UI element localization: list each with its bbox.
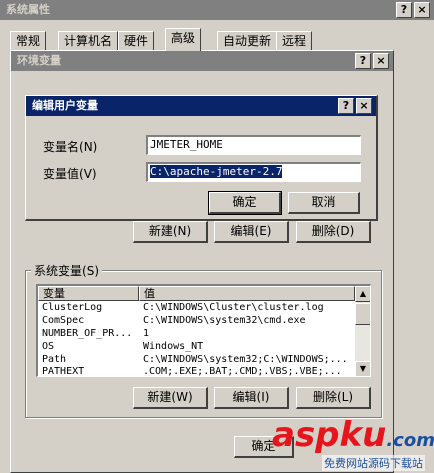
env-help-button[interactable]: ? (355, 53, 371, 69)
scroll-down-icon[interactable]: ▼ (355, 361, 370, 376)
list-item-value: C:\WINDOWS\system32;C:\WINDOWS;... (143, 354, 348, 365)
list-item[interactable]: PATHEXT (42, 366, 138, 376)
scroll-thumb[interactable] (355, 303, 370, 325)
system-properties-title: 系统属性 (6, 3, 50, 16)
system-variables-label: 系统变量(S) (31, 262, 102, 279)
watermark-tagline: 免费网站源码下载站 (322, 455, 425, 471)
list-item-value: Windows_NT (143, 341, 204, 352)
system-properties-titlebar: 系统属性 ? × (0, 0, 434, 20)
list-item[interactable]: NUMBER_OF_PR... (42, 328, 138, 340)
user-delete-button[interactable]: 删除(D) (296, 221, 371, 243)
tab-computer-name[interactable]: 计算机名 (58, 31, 119, 51)
system-variables-list[interactable]: 变量 值 ClusterLog C:\WINDOWS\Cluster\clust… (36, 284, 371, 377)
watermark-logo: aspku.com (272, 415, 434, 455)
tab-automatic-updates[interactable]: 自动更新 (217, 31, 278, 51)
help-button[interactable]: ? (396, 2, 412, 18)
close-button[interactable]: × (414, 2, 430, 18)
list-item-value: C:\WINDOWS\system32\cmd.exe (143, 315, 306, 326)
tab-remote[interactable]: 远程 (276, 31, 313, 51)
list-item-value: C:\WINDOWS\Cluster\cluster.log (143, 302, 324, 313)
tab-advanced[interactable]: 高级 (165, 28, 202, 51)
system-edit-button[interactable]: 编辑(I) (214, 387, 289, 409)
dialog-ok-button[interactable]: 确定 (208, 191, 282, 215)
edit-user-variable-title: 编辑用户变量 (32, 99, 98, 112)
dialog-close-button[interactable]: × (356, 98, 372, 114)
tab-general[interactable]: 常规 (10, 31, 47, 51)
edit-user-variable-dialog: 编辑用户变量 ? × 变量名(N) JMETER_HOME 变量值(V) C:\… (25, 95, 378, 221)
list-item[interactable]: ClusterLog (42, 302, 138, 314)
user-edit-button[interactable]: 编辑(E) (214, 221, 289, 243)
dialog-help-button[interactable]: ? (338, 98, 354, 114)
env-close-button[interactable]: × (373, 53, 389, 69)
tab-hardware[interactable]: 硬件 (118, 31, 155, 51)
variable-name-label: 变量名(N) (43, 140, 98, 154)
scroll-up-icon[interactable]: ▲ (355, 286, 370, 302)
variable-value-label: 变量值(V) (43, 167, 97, 181)
system-new-button[interactable]: 新建(W) (133, 387, 208, 409)
list-item[interactable]: Path (42, 354, 138, 366)
selected-value-text: C:\apache-jmeter-2.7 (150, 165, 283, 178)
variable-name-field[interactable]: JMETER_HOME (146, 135, 361, 155)
column-header-variable[interactable]: 变量 (38, 286, 139, 301)
list-item[interactable]: OS (42, 341, 138, 353)
vertical-scrollbar[interactable]: ▲ ▼ (355, 286, 370, 376)
variable-value-field[interactable]: C:\apache-jmeter-2.7 (146, 162, 361, 182)
list-item-value: 1 (143, 328, 150, 339)
list-item[interactable]: ComSpec (42, 315, 138, 327)
system-delete-button[interactable]: 删除(L) (296, 387, 371, 409)
environment-variables-titlebar: 环境变量 ? × (11, 51, 393, 71)
edit-user-variable-titlebar: 编辑用户变量 ? × (26, 96, 376, 116)
list-item-value: .COM;.EXE;.BAT;.CMD;.VBS;.VBE;... (143, 366, 342, 377)
user-new-button[interactable]: 新建(N) (133, 221, 208, 243)
column-header-value[interactable]: 值 (139, 286, 355, 301)
dialog-cancel-button[interactable]: 取消 (288, 192, 360, 214)
environment-variables-title: 环境变量 (17, 54, 61, 67)
